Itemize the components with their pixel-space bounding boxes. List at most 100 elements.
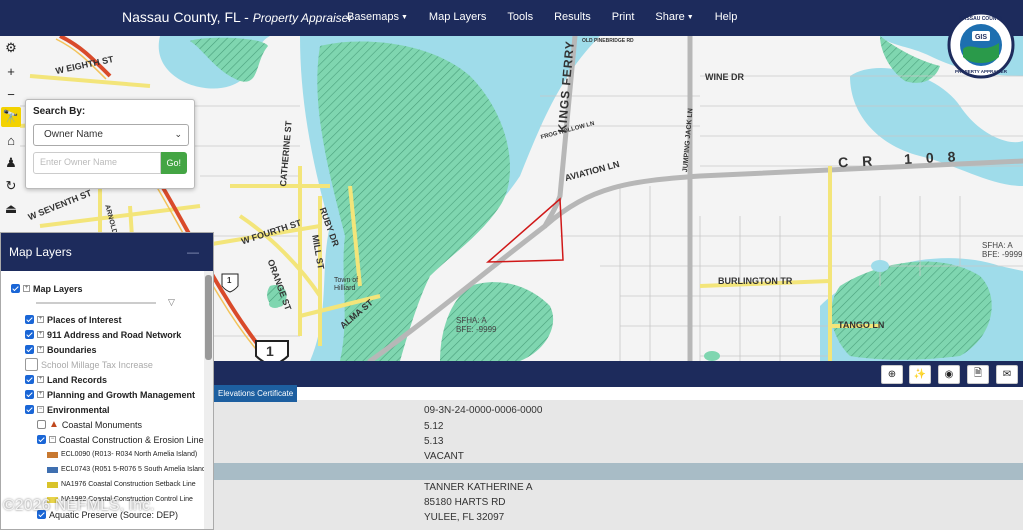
checkbox-checked[interactable]: [25, 405, 34, 414]
expand-icon[interactable]: +: [37, 376, 44, 383]
search-title: Search By:: [33, 106, 86, 117]
collapse-icon[interactable]: −: [49, 436, 56, 443]
menu-share[interactable]: Share ▼: [655, 11, 693, 23]
zoom-in-icon[interactable]: +: [1, 61, 21, 81]
street-label: TANGO LN: [838, 320, 885, 330]
legend-swatch: [47, 451, 58, 458]
checkbox-checked[interactable]: [25, 315, 34, 324]
caret-down-icon: ▼: [400, 14, 408, 21]
info-value: 5.13: [424, 436, 444, 447]
owner-address: 85180 HARTS RD: [424, 497, 506, 508]
pan-icon[interactable]: ↻: [1, 176, 21, 196]
owner-name: TANNER KATHERINE A: [424, 482, 533, 493]
collapse-icon[interactable]: —: [187, 245, 199, 259]
map-tool-strip: ⚙ + − 🔭 ⌂ ♟ ↻ ⏏: [0, 38, 22, 228]
owner-city: YULEE, FL 32097: [424, 512, 505, 523]
tab-elevations-certificate[interactable]: Elevations Certificate: [214, 385, 298, 402]
street-label: WINE DR: [705, 72, 744, 82]
checkbox-checked[interactable]: [25, 375, 34, 384]
zoom-in-icon[interactable]: ⊕: [881, 365, 903, 384]
parcel-id: 09-3N-24-0000-0006-0000: [424, 405, 543, 416]
watermark: ©2026 NEFMLS, Inc.: [3, 497, 155, 514]
menu-basemaps[interactable]: Basemaps ▼: [347, 11, 408, 23]
checkbox-checked[interactable]: [25, 330, 34, 339]
layer-root[interactable]: + Map Layers: [11, 281, 213, 296]
town-label: Town of Hilliard: [334, 277, 359, 292]
checkbox-checked[interactable]: [37, 435, 46, 444]
caret-down-icon: ▼: [686, 14, 694, 21]
checkbox-unchecked[interactable]: [37, 420, 46, 429]
warning-triangle-icon: ▲: [49, 419, 59, 430]
checkbox-checked[interactable]: [11, 284, 20, 293]
map-layers-panel: Map Layers — + Map Layers ▽ + Places of I…: [0, 232, 214, 530]
selected-parcel: [485, 197, 564, 263]
legend-swatch: [47, 481, 58, 488]
layer-item[interactable]: +911 Address and Road Network: [25, 327, 213, 342]
excel-export-icon[interactable]: 🗎: [967, 365, 989, 384]
slider-thumb-icon[interactable]: ▽: [168, 297, 175, 308]
flood-zone-label: SFHA: A BFE: -9999: [982, 241, 1023, 259]
svg-text:PROPERTY APPRAISER: PROPERTY APPRAISER: [955, 69, 1008, 74]
wetland-area: [831, 261, 992, 360]
info-value: 5.12: [424, 421, 444, 432]
layer-item[interactable]: + Land Records: [25, 372, 213, 387]
zoom-out-icon[interactable]: −: [1, 84, 21, 104]
legend-item: NA1976 Coastal Construction Setback Line: [47, 477, 213, 492]
layer-item[interactable]: + Places of Interest: [25, 312, 213, 327]
menu-tools[interactable]: Tools: [507, 11, 533, 23]
search-type-select[interactable]: Owner Name ⌄: [33, 124, 189, 146]
layer-item[interactable]: School Millage Tax Increase: [25, 357, 213, 372]
svg-text:GIS: GIS: [975, 34, 987, 41]
layer-scrollbar[interactable]: [204, 271, 213, 529]
pond: [871, 260, 889, 272]
expand-icon[interactable]: +: [37, 331, 44, 338]
layer-tree: + Map Layers ▽ + Places of Interest +911 …: [1, 271, 213, 529]
layer-item[interactable]: − Environmental: [25, 402, 213, 417]
legend-swatch: [47, 466, 58, 473]
gear-icon[interactable]: ⚙: [1, 38, 21, 58]
search-input[interactable]: Enter Owner Name: [33, 152, 161, 174]
expand-icon[interactable]: +: [23, 285, 30, 292]
section-divider: [214, 463, 1023, 480]
layer-item[interactable]: + Planning and Growth Management: [25, 387, 213, 402]
chevron-down-icon: ⌄: [174, 129, 182, 139]
app-title: Nassau County, FL - Property Appraiser: [122, 9, 353, 25]
layer-group-list: + Places of Interest +911 Address and Roa…: [11, 312, 213, 522]
go-button[interactable]: Go!: [160, 152, 187, 174]
menu-help[interactable]: Help: [715, 11, 738, 23]
menu-map-layers[interactable]: Map Layers: [429, 11, 486, 23]
pond: [704, 351, 720, 361]
email-icon[interactable]: ✉: [996, 365, 1018, 384]
us1-shield-label: 1: [266, 343, 274, 359]
layer-item[interactable]: ▲ Coastal Monuments: [37, 417, 213, 432]
opacity-slider[interactable]: ▽: [36, 297, 175, 308]
home-icon[interactable]: ⌂: [1, 130, 21, 150]
layer-item[interactable]: − Coastal Construction & Erosion Lines: [37, 432, 213, 447]
layer-item[interactable]: + Boundaries: [25, 342, 213, 357]
us1-shield-label: 1: [227, 276, 232, 285]
slider-track: [36, 302, 156, 304]
target-icon[interactable]: ◉: [938, 365, 960, 384]
menu-print[interactable]: Print: [612, 11, 635, 23]
person-icon[interactable]: ♟: [1, 153, 21, 173]
checkbox-checked[interactable]: [25, 345, 34, 354]
checkbox-unchecked[interactable]: [25, 358, 38, 371]
property-info-panel: 09-3N-24-0000-0006-0000 5.12 5.13 VACANT…: [214, 400, 1023, 530]
county-gis-logo: GIS NASSAU COUNTY PROPERTY APPRAISER: [947, 11, 1015, 79]
checkbox-checked[interactable]: [25, 390, 34, 399]
binoculars-icon[interactable]: 🔭: [1, 107, 21, 127]
legend-item: ECL0743 (R051 5-R076 5 South Amelia Isla…: [47, 462, 213, 477]
main-menu: Basemaps ▼ Map Layers Tools Results Print…: [347, 11, 737, 23]
legend-item: ECL0090 (R013- R034 North Amelia Island): [47, 447, 213, 462]
street-label: BURLINGTON TR: [718, 276, 793, 286]
expand-icon[interactable]: +: [37, 316, 44, 323]
measure-icon[interactable]: ⏏: [1, 199, 21, 219]
scrollbar-thumb[interactable]: [205, 275, 212, 360]
magic-wand-icon[interactable]: ✨: [909, 365, 931, 384]
collapse-icon[interactable]: −: [37, 406, 44, 413]
expand-icon[interactable]: +: [37, 391, 44, 398]
land-use: VACANT: [424, 451, 464, 462]
layers-panel-header: Map Layers —: [1, 233, 213, 271]
expand-icon[interactable]: +: [37, 346, 44, 353]
menu-results[interactable]: Results: [554, 11, 591, 23]
